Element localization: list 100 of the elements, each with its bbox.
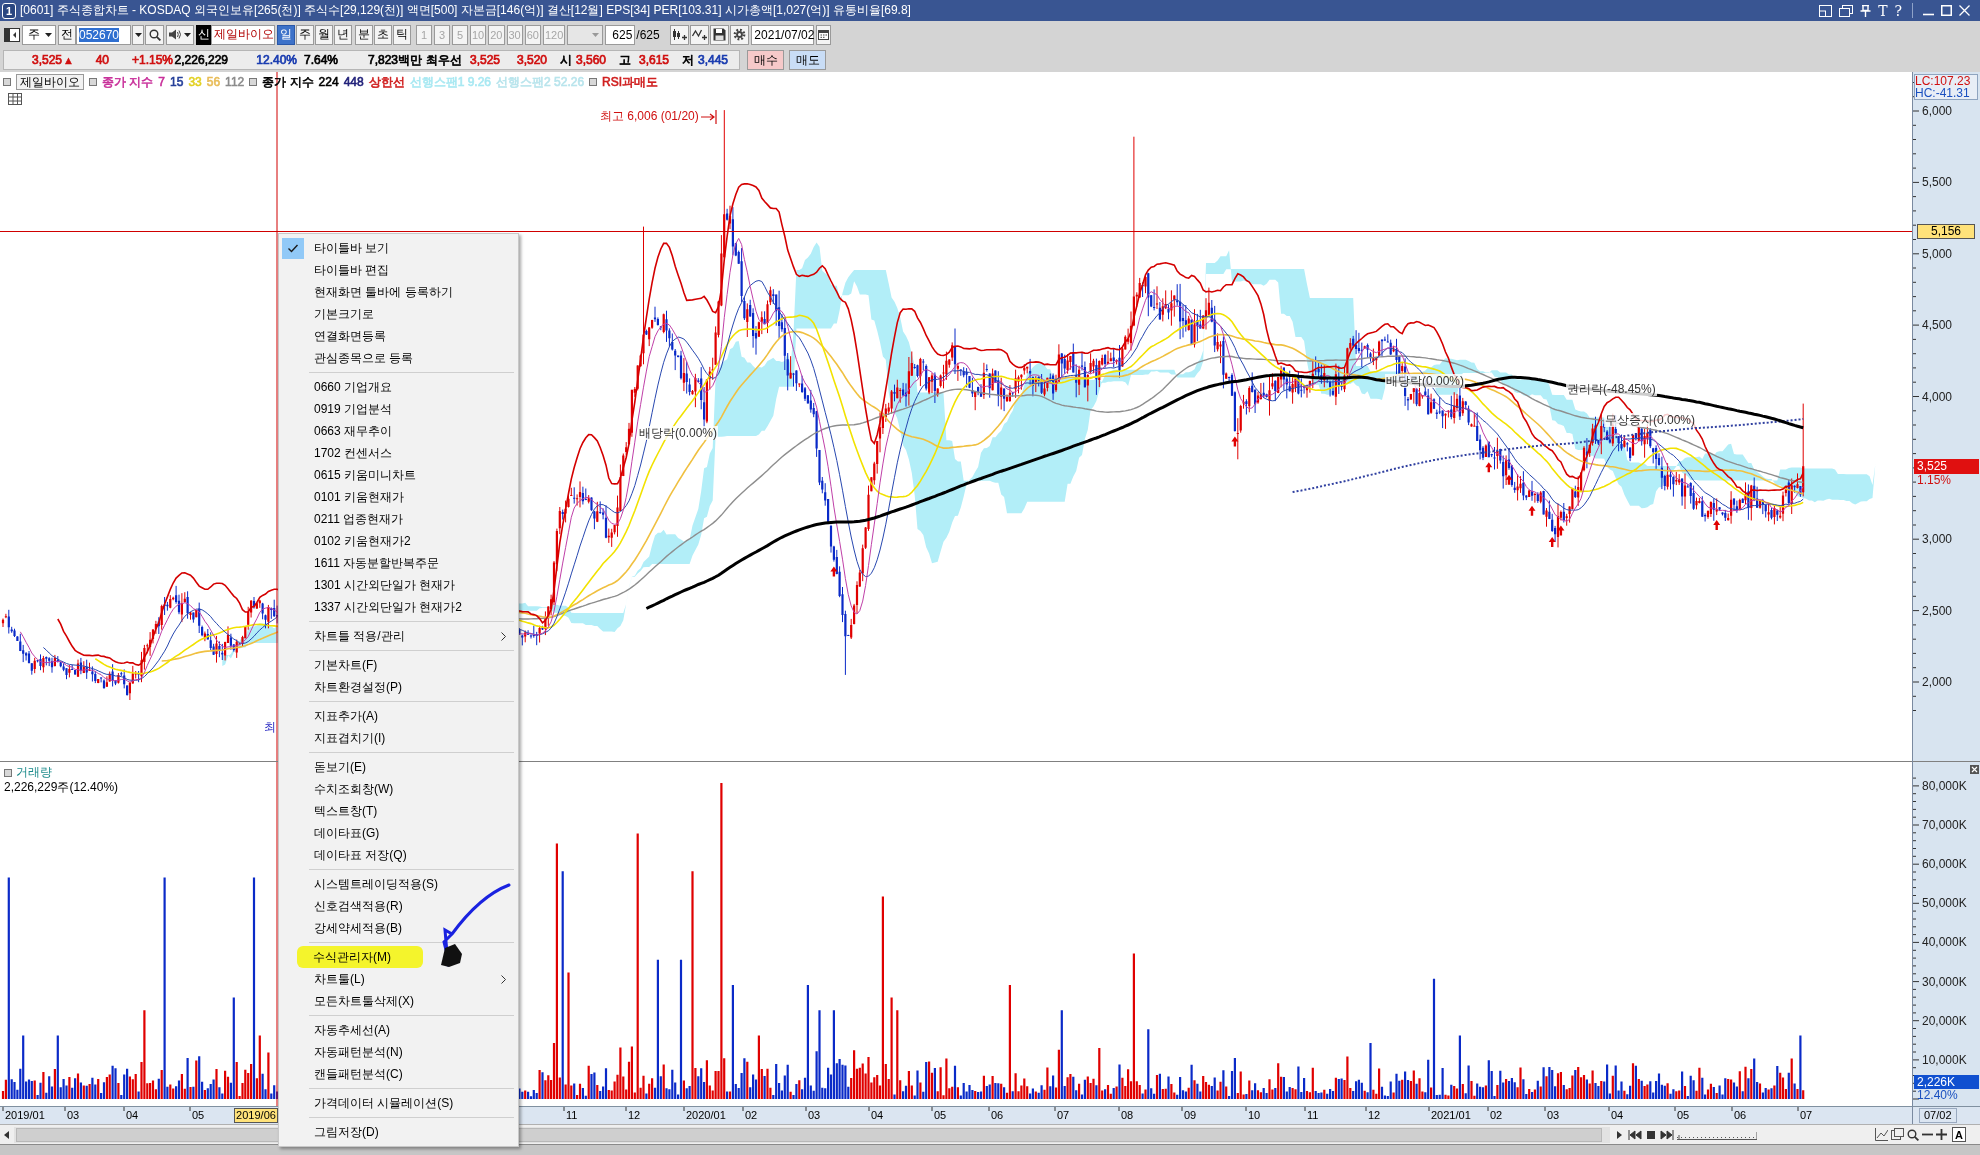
chart-icon[interactable] xyxy=(1875,1128,1888,1141)
prev-button[interactable]: 전 xyxy=(58,24,76,45)
settings-button[interactable] xyxy=(730,24,750,45)
legend-entry: RSI과매도 xyxy=(602,75,659,89)
menu-item[interactable]: 돋보기(E) xyxy=(279,756,518,778)
period-tab[interactable]: 초 xyxy=(374,24,392,45)
menu-item[interactable]: 모든차트툴삭제(X) xyxy=(279,990,518,1012)
menu-item[interactable]: 캔들패턴분석(C) xyxy=(279,1063,518,1085)
period-tab[interactable]: 주 xyxy=(296,24,314,45)
menu-item[interactable]: 그림저장(D) xyxy=(279,1121,518,1143)
axis-label: 50,000K xyxy=(1922,896,1967,911)
font-button[interactable]: T xyxy=(1878,3,1888,18)
menu-item[interactable]: 1337 시간외단일가 현재가2 xyxy=(279,596,518,618)
menu-item[interactable]: 0615 키움미니차트 xyxy=(279,464,518,486)
menu-item[interactable]: 현재화면 툴바에 등록하기 xyxy=(279,281,518,303)
period-tab[interactable]: 일 xyxy=(277,24,295,45)
search-button[interactable] xyxy=(145,24,164,45)
last-volume-label: 2,226K xyxy=(1914,1075,1979,1089)
right-arrow-icon xyxy=(700,109,717,124)
period-tab[interactable]: 틱 xyxy=(393,24,411,45)
period-tab[interactable]: 월 xyxy=(315,24,333,45)
add-line-button[interactable] xyxy=(690,24,710,45)
help-button[interactable]: ? xyxy=(1894,3,1902,18)
date-input[interactable]: 2021/07/02 xyxy=(751,24,815,45)
menu-item[interactable]: 1702 컨센서스 xyxy=(279,442,518,464)
menu-item[interactable]: 차트틀 적용/관리 xyxy=(279,625,518,647)
volume-ratio: 7.64% xyxy=(303,53,338,67)
menu-item[interactable]: 수식관리자(M) xyxy=(297,946,423,968)
maximize-icon[interactable] xyxy=(1941,5,1952,16)
menu-item[interactable]: 시스템트레이딩적용(S) xyxy=(279,873,518,895)
sell-button[interactable]: 매도 xyxy=(789,50,826,70)
skip-back-icon[interactable] xyxy=(1628,1128,1642,1141)
pin-icon[interactable] xyxy=(1860,4,1872,17)
menu-item[interactable]: 1611 자동분할반복주문 xyxy=(279,552,518,574)
period-tab[interactable]: 분 xyxy=(355,24,373,45)
menu-item[interactable]: 타이틀바 보기 xyxy=(279,237,518,259)
menu-item[interactable]: 기본크기로 xyxy=(279,303,518,325)
menu-item[interactable]: 0101 키움현재가 xyxy=(279,486,518,508)
menu-item[interactable]: 가격데이터 시뮬레이션(S) xyxy=(279,1092,518,1114)
menu-item[interactable]: 기본차트(F) xyxy=(279,654,518,676)
menu-item[interactable]: 신호검색적용(R) xyxy=(279,895,518,917)
up-arrow-icon xyxy=(1528,505,1536,516)
ruler-scale-icon[interactable] xyxy=(1677,1129,1757,1140)
plus-icon[interactable] xyxy=(1936,1129,1947,1140)
axis-label: 07 xyxy=(1800,1109,1813,1122)
menu-item[interactable]: 데이타표 저장(Q) xyxy=(279,844,518,866)
axis-label: 4,000 xyxy=(1922,389,1953,404)
menu-item[interactable]: 지표추가(A) xyxy=(279,705,518,727)
menu-item[interactable]: 연결화면등록 xyxy=(279,325,518,347)
table-icon[interactable] xyxy=(8,93,22,105)
menu-item[interactable]: 0919 기업분석 xyxy=(279,398,518,420)
close-icon[interactable] xyxy=(1970,765,1979,774)
axis-label: 12 xyxy=(1368,1109,1381,1122)
market-select[interactable]: 주 xyxy=(22,24,56,45)
zoom-icon[interactable] xyxy=(1907,1128,1919,1141)
event-label: 권리락(-48.45%) xyxy=(1566,382,1657,396)
window-icon[interactable] xyxy=(1891,1128,1904,1141)
low-label: 저 xyxy=(682,51,694,69)
menu-item[interactable]: 0102 키움현재가2 xyxy=(279,530,518,552)
menu-item[interactable]: 관심종목으로 등록 xyxy=(279,347,518,369)
check-icon xyxy=(282,237,304,259)
menu-item[interactable]: 차트툴(L) xyxy=(279,968,518,990)
stock-code-input[interactable]: 052670 xyxy=(76,24,131,45)
menu-item[interactable]: 자동패턴분석(N) xyxy=(279,1041,518,1063)
volume: 2,226,229 xyxy=(174,53,228,67)
menu-item[interactable]: 데이타표(G) xyxy=(279,822,518,844)
sound-button[interactable] xyxy=(166,24,194,45)
menu-item[interactable]: 0660 기업개요 xyxy=(279,376,518,398)
menu-item[interactable]: 차트환경설정(P) xyxy=(279,676,518,698)
settings-icon xyxy=(733,28,747,41)
menu-item[interactable]: 0211 업종현재가 xyxy=(279,508,518,530)
menu-item[interactable]: 수치조회창(W) xyxy=(279,778,518,800)
axis-label: 11 xyxy=(1307,1109,1319,1122)
dropdown-button[interactable] xyxy=(132,24,144,45)
low-price: 3,445 xyxy=(697,53,728,67)
menu-item[interactable]: 지표겹치기(I) xyxy=(279,727,518,749)
legend-entry: 7 xyxy=(158,75,166,89)
calendar-button[interactable] xyxy=(816,24,832,45)
count-input[interactable]: 625 xyxy=(605,24,636,45)
stop-icon[interactable] xyxy=(1645,1128,1657,1141)
close-icon[interactable] xyxy=(1959,5,1970,16)
stock-name-field[interactable]: 제일바이오 xyxy=(211,24,275,45)
menu-item[interactable]: 텍스트창(T) xyxy=(279,800,518,822)
menu-item[interactable]: 강세약세적용(B) xyxy=(279,917,518,939)
save-button[interactable] xyxy=(710,24,730,45)
cascade-windows-icon[interactable] xyxy=(1839,4,1854,17)
font-size-button[interactable]: A xyxy=(1952,1127,1966,1142)
panel-toggle-icon[interactable] xyxy=(4,26,20,43)
add-candle-button[interactable] xyxy=(670,24,690,45)
period-tab[interactable]: 년 xyxy=(334,24,352,45)
menu-item[interactable]: 0663 재무추이 xyxy=(279,420,518,442)
menu-item[interactable]: 타이틀바 편집 xyxy=(279,259,518,281)
buy-button[interactable]: 매수 xyxy=(747,50,784,70)
menu-item[interactable]: 자동추세선(A) xyxy=(279,1019,518,1041)
count-total: /625 xyxy=(635,27,661,42)
menu-item[interactable]: 1301 시간외단일가 현재가 xyxy=(279,574,518,596)
axis-label: 3,000 xyxy=(1922,532,1953,547)
window-layout-icon[interactable] xyxy=(1819,4,1833,17)
legend-entry: 112 xyxy=(225,75,245,89)
skip-forward-icon[interactable] xyxy=(1660,1128,1674,1141)
